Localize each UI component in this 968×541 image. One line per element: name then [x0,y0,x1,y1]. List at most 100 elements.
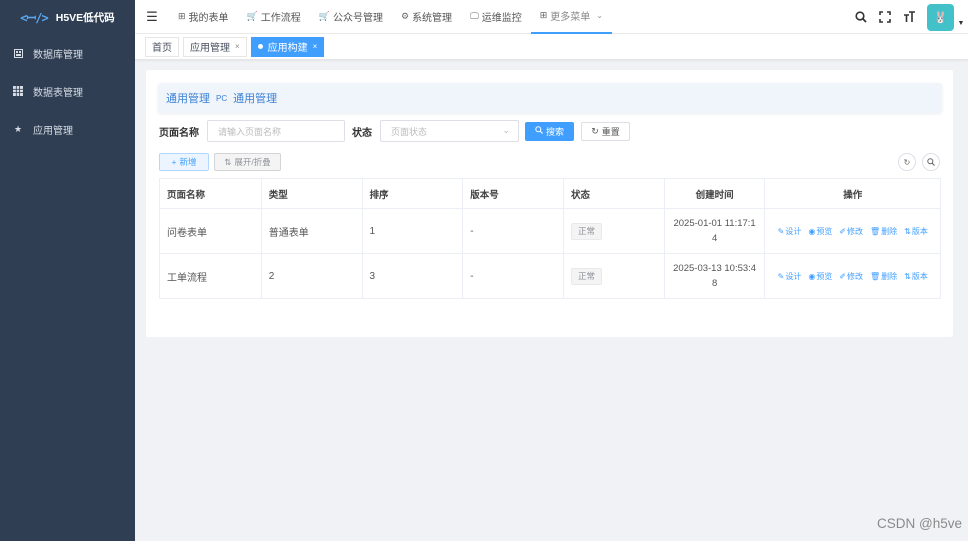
cell-status: 正常 [564,209,665,253]
tag-app-build[interactable]: 应用构建 × [250,36,325,57]
design-button[interactable]: ✎ 设计 [778,226,802,237]
cell-status: 正常 [564,254,665,298]
cell-actions: ✎ 设计 ◉ 预览 ✐ 修改 🗑 删除 ⇅ 版本 [765,254,940,298]
code-logo-icon: <ꟷ/> [20,10,48,25]
delete-button[interactable]: 🗑 删除 [870,226,897,237]
sidebar: <ꟷ/> H5VE低代码 数据库管理 数据表管理 ★ 应用管理 [0,0,135,541]
main-card: 通用管理 PC 通用管理 页面名称 请输入页面名称 状态 页面状态 ⌄ 搜索 ↻… [146,70,953,337]
search-button[interactable]: 搜索 [525,121,574,141]
nav-item-system[interactable]: ⚙ 系统管理 [392,0,461,34]
database-icon [13,48,23,58]
chevron-down-icon: ⌄ [502,125,510,135]
star-icon: ★ [13,123,23,134]
sidebar-item-apps[interactable]: ★ 应用管理 [0,110,135,148]
search-icon[interactable] [922,153,940,171]
edit-icon: ✐ [839,226,847,236]
table-icon [13,86,23,96]
table-toolbar: + 新增 ⇅ 展开/折叠 ↻ [159,153,941,171]
nav-item-more[interactable]: ⊞ 更多菜单 ⌄ [530,0,612,34]
nav-item-my-forms[interactable]: ⊞ 我的表单 [169,0,238,34]
sidebar-item-database[interactable]: 数据库管理 [0,34,135,72]
nav-item-official-account[interactable]: 🛒 公众号管理 [310,0,392,34]
sort-icon: ⇅ [224,156,232,167]
cell-created: 2025-01-01 11:17:14 [665,209,766,253]
design-button[interactable]: ✎ 设计 [778,271,802,282]
column-header: 排序 [363,179,464,208]
caret-down-icon[interactable]: ▼ [954,20,968,27]
refresh-icon: ↻ [591,125,599,136]
tag-home[interactable]: 首页 [145,36,179,57]
status-label: 状态 [352,127,372,139]
refresh-icon[interactable]: ↻ [898,153,916,171]
preview-button[interactable]: ◉ 预览 [808,271,832,282]
nav-item-workflow[interactable]: 🛒 工作流程 [238,0,310,34]
search-icon[interactable] [849,0,873,34]
sidebar-item-tables[interactable]: 数据表管理 [0,72,135,110]
hamburger-icon[interactable]: ☰ [135,9,169,25]
table-row: 问卷表单 普通表单 1 - 正常 2025-01-01 11:17:14 ✎ 设计… [160,209,940,254]
active-dot-icon [257,44,263,49]
preview-button[interactable]: ◉ 预览 [808,226,832,237]
edit-button[interactable]: ✐ 修改 [839,271,863,282]
breadcrumb-left[interactable]: 通用管理 [166,90,210,106]
sort-icon: ⇅ [904,271,911,281]
tag-app-management[interactable]: 应用管理 × [183,36,247,57]
delete-button[interactable]: 🗑 删除 [870,271,897,282]
logo[interactable]: <ꟷ/> H5VE低代码 [0,0,135,34]
watermark: CSDN @h5ve [877,516,962,531]
status-badge: 正常 [571,222,603,240]
table-header-row: 页面名称 类型 排序 版本号 状态 创建时间 操作 [160,179,940,209]
breadcrumb: 通用管理 PC 通用管理 [158,83,942,113]
search-icon [535,126,543,136]
page-name-input[interactable]: 请输入页面名称 [207,120,345,142]
cell-order: 3 [363,254,464,298]
column-header: 版本号 [463,179,564,208]
eye-icon: ◉ [808,226,816,236]
cell-type: 2 [262,254,363,298]
edit-button[interactable]: ✐ 修改 [839,226,863,237]
version-button[interactable]: ⇅ 版本 [904,226,928,237]
pencil-icon: ✎ [777,226,785,236]
chevron-down-icon: ⌄ [596,11,603,20]
cell-version: - [463,254,564,298]
platform-tag: PC [216,93,228,103]
grid-icon: ⊞ [539,10,548,20]
tags-view: 首页 应用管理 × 应用构建 × [135,34,968,60]
pages-table: 页面名称 类型 排序 版本号 状态 创建时间 操作 问卷表单 普通表单 1 - … [159,178,941,299]
fullscreen-icon[interactable] [873,0,897,34]
trash-icon: 🗑 [870,226,881,236]
sidebar-item-label: 数据表管理 [33,87,83,99]
trash-icon: 🗑 [870,271,881,281]
status-badge: 正常 [571,267,603,285]
monitor-icon: 🖵 [470,11,479,21]
reset-button[interactable]: ↻ 重置 [581,121,630,141]
add-button[interactable]: + 新增 [159,153,209,171]
sort-icon: ⇅ [904,226,911,236]
version-button[interactable]: ⇅ 版本 [904,271,928,282]
top-header: ☰ ⊞ 我的表单 🛒 工作流程 🛒 公众号管理 ⚙ 系统管理 🖵 运维监控 ⊞ … [135,0,968,34]
top-nav: ⊞ 我的表单 🛒 工作流程 🛒 公众号管理 ⚙ 系统管理 🖵 运维监控 ⊞ 更多… [169,0,612,34]
gear-icon: ⚙ [400,11,410,21]
column-header: 状态 [564,179,665,208]
pencil-icon: ✎ [777,271,785,281]
cell-type: 普通表单 [262,209,363,253]
close-icon[interactable]: × [235,42,240,51]
cell-order: 1 [363,209,464,253]
form-icon: ⊞ [178,11,186,21]
expand-collapse-button[interactable]: ⇅ 展开/折叠 [214,153,281,171]
font-size-icon[interactable] [897,0,921,34]
header-tools: 🐰 ▼ [849,0,968,34]
status-select[interactable]: 页面状态 ⌄ [380,120,519,142]
nav-item-monitor[interactable]: 🖵 运维监控 [461,0,531,34]
cell-version: - [463,209,564,253]
cell-actions: ✎ 设计 ◉ 预览 ✐ 修改 🗑 删除 ⇅ 版本 [765,209,940,253]
cart-icon: 🛒 [318,11,330,21]
avatar[interactable]: 🐰 [927,3,954,31]
cart-icon: 🛒 [246,11,258,21]
plus-icon: + [171,157,177,167]
edit-icon: ✐ [839,271,847,281]
page-name-label: 页面名称 [159,127,199,139]
breadcrumb-right[interactable]: 通用管理 [233,90,277,106]
eye-icon: ◉ [808,271,816,281]
close-icon[interactable]: × [313,42,318,51]
